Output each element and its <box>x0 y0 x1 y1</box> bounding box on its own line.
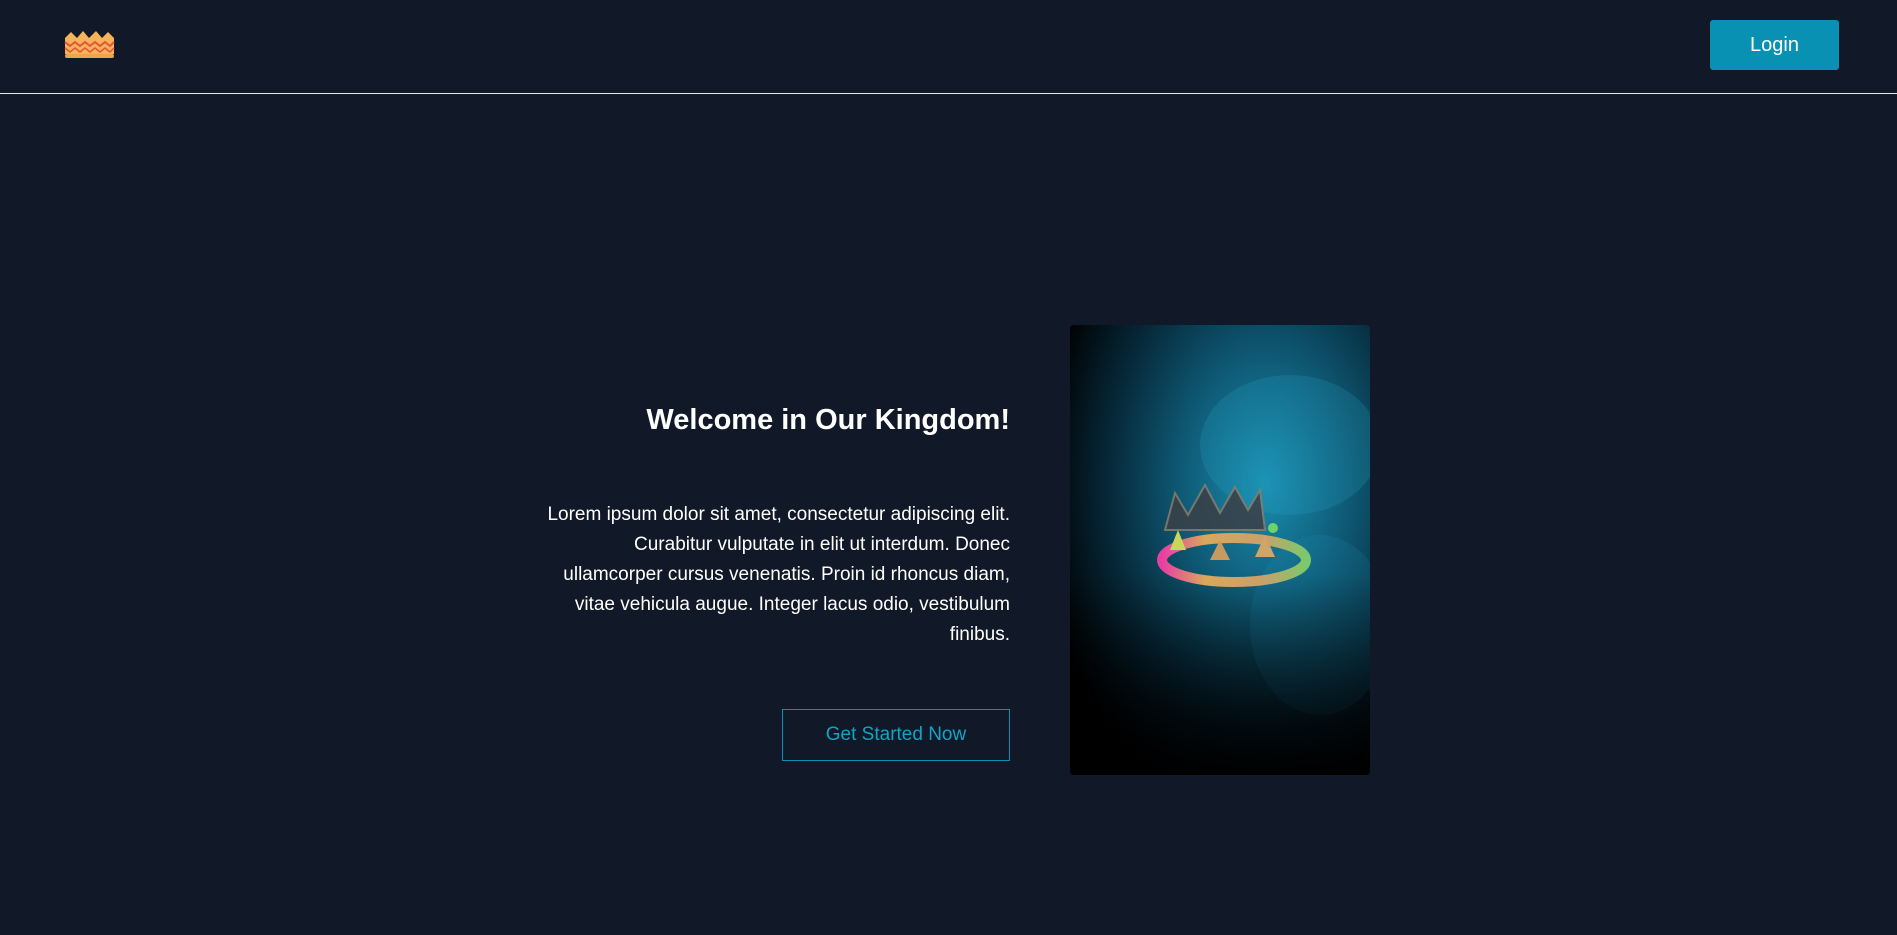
crown-icon[interactable] <box>63 28 116 60</box>
crown-image <box>1070 325 1370 775</box>
login-button[interactable]: Login <box>1710 20 1839 70</box>
hero-title: Welcome in Our Kingdom! <box>646 404 1010 436</box>
hero-body: Lorem ipsum dolor sit amet, consectetur … <box>547 504 1010 645</box>
navbar: Login <box>0 0 1897 94</box>
get-started-button[interactable]: Get Started Now <box>782 709 1010 761</box>
crown-illustration <box>1070 325 1370 775</box>
hero-text: Welcome in Our Kingdom! <box>530 395 1010 445</box>
